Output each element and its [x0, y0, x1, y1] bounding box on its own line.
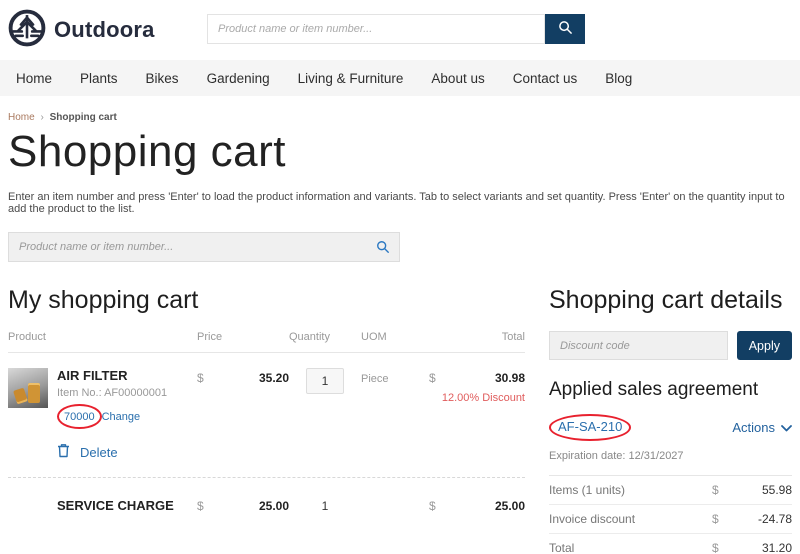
search-icon — [558, 20, 573, 38]
cart-details-section: Shopping cart details Apply Applied sale… — [549, 282, 792, 554]
currency-symbol: $ — [429, 499, 436, 513]
tree-logo-icon — [8, 9, 46, 52]
currency-symbol: $ — [712, 512, 728, 526]
product-name: SERVICE CHARGE — [57, 496, 197, 513]
table-row: SERVICE CHARGE $ 25.00 1 $ 25.00 — [8, 478, 525, 513]
breadcrumb-separator: › — [40, 112, 43, 123]
product-search — [8, 232, 400, 262]
totals-value: 55.98 — [728, 483, 792, 497]
discount-code-input[interactable] — [549, 331, 728, 360]
details-title: Shopping cart details — [549, 286, 792, 315]
currency-symbol: $ — [712, 483, 728, 497]
agreement-row: AF-SA-210 Actions — [549, 414, 792, 441]
page-description: Enter an item number and press 'Enter' t… — [8, 191, 792, 215]
totals-value: -24.78 — [728, 512, 792, 526]
nav-item-contact-us[interactable]: Contact us — [499, 71, 592, 86]
agreement-code-link[interactable]: AF-SA-210 — [558, 419, 622, 434]
expiration-date: Expiration date: 12/31/2027 — [549, 450, 792, 476]
delete-label: Delete — [80, 445, 118, 460]
brand-logo[interactable]: Outdoora — [8, 9, 155, 52]
nav-item-about-us[interactable]: About us — [417, 71, 498, 86]
quantity-cell — [289, 368, 361, 461]
col-header-quantity: Quantity — [289, 331, 361, 343]
price-cell: $ 25.00 — [197, 496, 289, 513]
header-search — [207, 14, 585, 44]
annotation-ellipse: AF-SA-210 — [549, 414, 631, 441]
currency-symbol: $ — [712, 541, 728, 554]
totals-label: Total — [549, 541, 712, 554]
site-header: Outdoora — [0, 0, 800, 60]
header-search-button[interactable] — [545, 14, 585, 44]
main-nav: Home Plants Bikes Gardening Living & Fur… — [0, 60, 800, 96]
nav-item-living-furniture[interactable]: Living & Furniture — [284, 71, 418, 86]
totals-row: Invoice discount $ -24.78 — [549, 505, 792, 534]
total-cell: $ 25.00 — [429, 496, 525, 513]
total-value: 25.00 — [495, 499, 525, 513]
product-name: AIR FILTER — [57, 368, 167, 383]
discount-code-row: Apply — [549, 331, 792, 360]
price-cell: $ 35.20 — [197, 368, 289, 461]
breadcrumb-home-link[interactable]: Home — [8, 112, 35, 123]
quantity-cell: 1 — [289, 496, 361, 513]
product-search-input[interactable] — [8, 232, 400, 262]
col-header-uom: UOM — [361, 331, 429, 343]
breadcrumb-current: Shopping cart — [50, 112, 117, 123]
agreement-title: Applied sales agreement — [549, 379, 792, 401]
variant-code-link[interactable]: 70000 — [64, 411, 95, 423]
actions-dropdown[interactable]: Actions — [732, 420, 792, 435]
header-search-input[interactable] — [207, 14, 545, 44]
totals-value: 31.20 — [728, 541, 792, 554]
product-image-shape — [13, 388, 28, 405]
col-header-price: Price — [197, 331, 289, 343]
actions-label: Actions — [732, 420, 775, 435]
cart-table-header: Product Price Quantity UOM Total — [8, 331, 525, 353]
cart-section: My shopping cart Product Price Quantity … — [8, 282, 525, 554]
brand-name: Outdoora — [54, 17, 155, 43]
variant-line: 70000 Change — [57, 404, 167, 429]
chevron-down-icon — [781, 420, 792, 435]
nav-item-bikes[interactable]: Bikes — [132, 71, 193, 86]
uom-cell — [361, 496, 429, 513]
product-item-no: Item No.: AF00000001 — [57, 387, 167, 399]
totals-label: Invoice discount — [549, 512, 712, 526]
page-title: Shopping cart — [8, 127, 792, 177]
uom-cell: Piece — [361, 368, 429, 461]
apply-button[interactable]: Apply — [737, 331, 792, 360]
product-cell: AIR FILTER Item No.: AF00000001 70000 Ch… — [8, 368, 197, 461]
total-cell: $ 30.98 12.00% Discount — [429, 368, 525, 461]
main-content: My shopping cart Product Price Quantity … — [8, 282, 792, 554]
discount-label: 12.00% Discount — [429, 392, 525, 404]
nav-item-gardening[interactable]: Gardening — [193, 71, 284, 86]
breadcrumb: Home › Shopping cart — [8, 112, 792, 123]
nav-item-home[interactable]: Home — [2, 71, 66, 86]
delete-button[interactable]: Delete — [57, 443, 167, 461]
col-header-total: Total — [429, 331, 525, 343]
product-image-shape — [28, 383, 40, 403]
change-link[interactable]: Change — [102, 411, 141, 423]
product-info: AIR FILTER Item No.: AF00000001 70000 Ch… — [57, 368, 167, 461]
currency-symbol: $ — [197, 499, 204, 513]
total-value: 30.98 — [495, 371, 525, 385]
table-row: AIR FILTER Item No.: AF00000001 70000 Ch… — [8, 353, 525, 461]
search-icon[interactable] — [376, 240, 390, 259]
quantity-input[interactable] — [306, 368, 344, 394]
totals-row: Total $ 31.20 — [549, 534, 792, 554]
trash-icon — [57, 443, 70, 461]
product-image — [8, 368, 48, 408]
nav-item-plants[interactable]: Plants — [66, 71, 132, 86]
currency-symbol: $ — [197, 371, 204, 461]
col-header-product: Product — [8, 331, 197, 343]
currency-symbol: $ — [429, 371, 436, 385]
cart-title: My shopping cart — [8, 286, 525, 315]
totals-label: Items (1 units) — [549, 483, 712, 497]
annotation-ellipse: 70000 — [57, 404, 102, 429]
nav-item-blog[interactable]: Blog — [591, 71, 646, 86]
totals-row: Items (1 units) $ 55.98 — [549, 476, 792, 505]
price-value: 25.00 — [259, 499, 289, 513]
price-value: 35.20 — [259, 371, 289, 461]
